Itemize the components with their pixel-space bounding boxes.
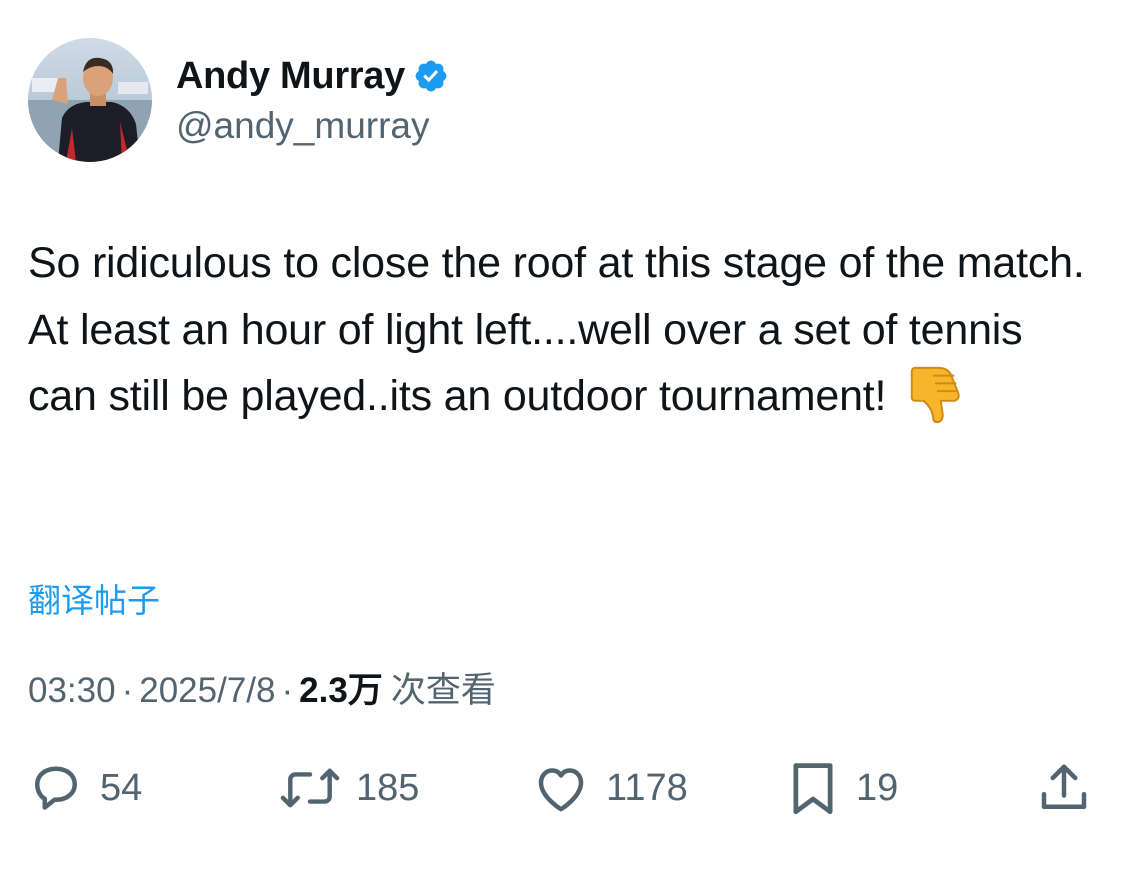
meta-separator: · <box>281 671 294 710</box>
tweet-meta: 03:30 · 2025/7/8 · 2.3万 次查看 <box>28 662 496 713</box>
bookmark-button[interactable]: 19 <box>784 752 898 824</box>
like-count: 1178 <box>606 766 688 809</box>
retweet-icon <box>278 758 342 818</box>
user-names: Andy Murray @andy_murray <box>176 53 449 147</box>
retweet-button[interactable]: 185 <box>278 752 419 824</box>
verified-badge-icon[interactable] <box>413 58 449 94</box>
translate-link[interactable]: 翻译帖子 <box>28 574 160 622</box>
view-count[interactable]: 2.3万 <box>299 662 383 713</box>
bookmark-count: 19 <box>856 766 899 809</box>
reply-icon <box>26 758 86 818</box>
tweet-time[interactable]: 03:30 <box>28 671 116 711</box>
like-icon <box>530 758 592 818</box>
thumbs-down-icon <box>904 364 966 426</box>
views-label: 次查看 <box>390 671 496 710</box>
name-row: Andy Murray <box>176 53 449 99</box>
retweet-count: 185 <box>356 766 420 809</box>
share-icon <box>1034 758 1094 818</box>
avatar[interactable] <box>28 38 152 162</box>
tweet-date[interactable]: 2025/7/8 <box>139 671 275 711</box>
tweet-body: So ridiculous to close the roof at this … <box>28 230 1098 430</box>
share-button[interactable] <box>1034 752 1094 824</box>
tweet-card: Andy Murray @andy_murray So ridiculous t… <box>0 0 1125 870</box>
bookmark-icon <box>784 756 842 820</box>
tweet-header: Andy Murray @andy_murray <box>28 38 449 162</box>
display-name[interactable]: Andy Murray <box>176 55 405 98</box>
meta-separator: · <box>121 671 134 710</box>
user-handle[interactable]: @andy_murray <box>176 105 449 147</box>
reply-count: 54 <box>100 766 143 809</box>
like-button[interactable]: 1178 <box>530 752 688 824</box>
action-bar: 54 185 1178 19 <box>0 752 1125 824</box>
reply-button[interactable]: 54 <box>26 752 142 824</box>
